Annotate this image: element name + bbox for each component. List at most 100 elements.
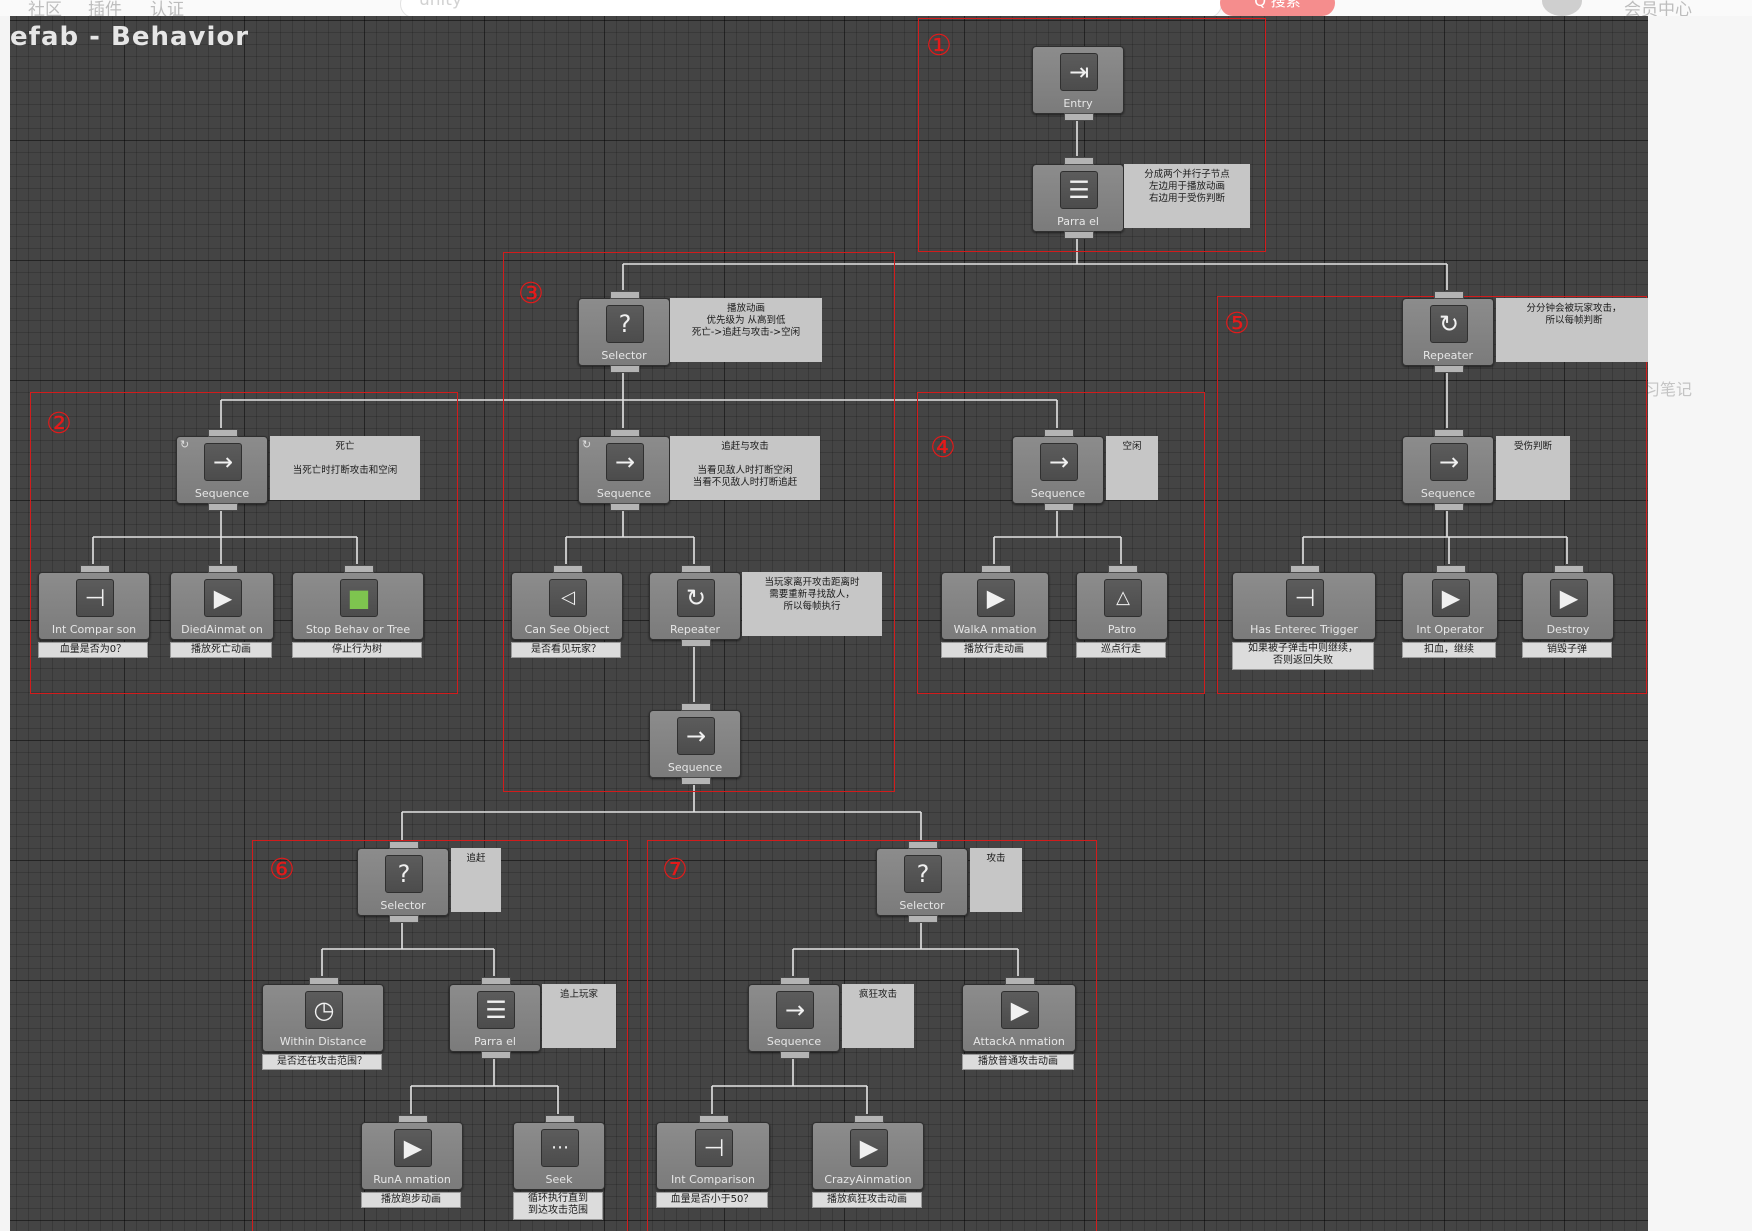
parallel-chase-node[interactable]: ☰ Parra el — [449, 977, 541, 1059]
within-distance-node[interactable]: ◷ Within Distance — [262, 977, 384, 1052]
repeater-right-node[interactable]: ↻ Repeater — [1402, 291, 1494, 373]
output-port[interactable] — [389, 915, 419, 923]
input-port[interactable] — [681, 565, 711, 573]
has-entered-trigger-node[interactable]: ⊣ Has Enterec Trigger — [1232, 565, 1376, 640]
output-port[interactable] — [780, 1051, 810, 1059]
run-animation-node[interactable]: ▶ RunA nmation — [361, 1115, 463, 1190]
destroy-node[interactable]: ▶ Destroy — [1522, 565, 1614, 640]
output-port[interactable] — [681, 777, 711, 785]
walk-animation-node[interactable]: ▶ WalkA nmation — [941, 565, 1049, 640]
stop-behavior-tree-node[interactable]: ■ Stop Behav or Tree — [292, 565, 424, 640]
selector-icon: ? — [385, 855, 423, 893]
input-port[interactable] — [208, 429, 238, 437]
input-port[interactable] — [1434, 291, 1464, 299]
attack-animation-node[interactable]: ▶ AttackA nmation — [962, 977, 1076, 1052]
input-port[interactable] — [610, 291, 640, 299]
input-port[interactable] — [309, 977, 339, 985]
input-port[interactable] — [1290, 565, 1320, 573]
selector-chase-comment: 追赶 — [451, 848, 501, 912]
input-port[interactable] — [610, 429, 640, 437]
input-port[interactable] — [208, 565, 238, 573]
input-port[interactable] — [1064, 157, 1094, 165]
sequence-rage-node[interactable]: → Sequence — [748, 977, 840, 1059]
search-input[interactable]: unity — [400, 0, 1222, 16]
can-see-object-node[interactable]: ◁ Can See Object — [511, 565, 623, 640]
behavior-tree-canvas[interactable]: efab - Behavior ①②③④⑤⑥⑦ ⇥ Entry ☰ Parra el 分… — [10, 16, 1648, 1231]
output-port[interactable] — [1434, 365, 1464, 373]
sequence-death-node[interactable]: ↻ → Sequence — [176, 429, 268, 511]
sequence-chase-attack-node[interactable]: ↻ → Sequence — [578, 429, 670, 511]
group-number-6: ⑥ — [269, 852, 295, 886]
sequence-hurt-node[interactable]: → Sequence — [1402, 429, 1494, 511]
input-port[interactable] — [1108, 565, 1138, 573]
parallel-icon: ☰ — [1060, 171, 1098, 209]
int-comparison-hp-node[interactable]: ⊣ Int Comparison — [656, 1115, 770, 1190]
input-port[interactable] — [681, 703, 711, 711]
sequence-middle-node[interactable]: → Sequence — [649, 703, 741, 785]
input-port[interactable] — [1436, 565, 1466, 573]
repeater-icon: ↻ — [1430, 305, 1468, 343]
node-label: WalkA nmation — [953, 623, 1037, 636]
node-label: Int Operator — [1416, 623, 1484, 636]
input-port[interactable] — [854, 1115, 884, 1123]
node-label: Within Distance — [279, 1035, 367, 1048]
output-port[interactable] — [610, 503, 640, 511]
nav-community-link[interactable]: 社区 — [28, 0, 62, 16]
play-icon: ▶ — [1001, 991, 1039, 1029]
parallel-root-node[interactable]: ☰ Parra el — [1032, 157, 1124, 239]
input-port[interactable] — [1434, 429, 1464, 437]
member-center-link[interactable]: 会员中心 — [1624, 0, 1692, 16]
input-port[interactable] — [1005, 977, 1035, 985]
search-button[interactable]: Q 搜索 — [1220, 0, 1335, 16]
input-port[interactable] — [553, 565, 583, 573]
input-port[interactable] — [80, 565, 110, 573]
patrol-node[interactable]: △ Patro — [1076, 565, 1168, 640]
play-icon: ▶ — [204, 579, 242, 617]
sequence-idle-node[interactable]: → Sequence — [1012, 429, 1104, 511]
input-port[interactable] — [908, 841, 938, 849]
died-animation-node[interactable]: ▶ DiedAinmat on — [170, 565, 274, 640]
input-port[interactable] — [699, 1115, 729, 1123]
input-port[interactable] — [344, 565, 374, 573]
output-port[interactable] — [1434, 503, 1464, 511]
output-port[interactable] — [681, 639, 711, 647]
output-port[interactable] — [1064, 113, 1094, 121]
int-operator-node[interactable]: ▶ Int Operator — [1402, 565, 1498, 640]
output-port[interactable] — [1044, 503, 1074, 511]
output-port[interactable] — [1064, 231, 1094, 239]
sequence-rage-comment: 疯狂攻击 — [842, 984, 914, 1048]
input-port[interactable] — [389, 841, 419, 849]
input-port[interactable] — [780, 977, 810, 985]
group-number-2: ② — [46, 406, 72, 440]
crazy-animation-node[interactable]: ▶ CrazyAinmation — [812, 1115, 924, 1190]
int-comparison-death-node[interactable]: ⊣ Int Compar son — [38, 565, 150, 640]
distance-icon: ◷ — [305, 991, 343, 1029]
int-operator-caption: 扣血，继续 — [1402, 642, 1496, 658]
repeater-middle-node[interactable]: ↻ Repeater — [649, 565, 741, 647]
input-port[interactable] — [981, 565, 1011, 573]
nav-certification-link[interactable]: 认证 — [150, 0, 184, 16]
seek-node[interactable]: ⋯ Seek — [513, 1115, 605, 1190]
node-label: Sequence — [596, 487, 652, 500]
node-label: Selector — [899, 899, 945, 912]
output-port[interactable] — [481, 1051, 511, 1059]
selector-chase-node[interactable]: ? Selector — [357, 841, 449, 923]
nav-plugins-link[interactable]: 插件 — [88, 0, 122, 16]
input-port[interactable] — [1554, 565, 1584, 573]
input-port[interactable] — [481, 977, 511, 985]
seek-icon: ⋯ — [541, 1129, 579, 1167]
parallel-icon: ☰ — [477, 991, 515, 1029]
selector-attack-node[interactable]: ? Selector — [876, 841, 968, 923]
sequence-idle-comment: 空闲 — [1106, 436, 1158, 500]
output-port[interactable] — [208, 503, 238, 511]
entry-node[interactable]: ⇥ Entry — [1032, 46, 1124, 121]
output-port[interactable] — [610, 365, 640, 373]
avatar[interactable] — [1542, 0, 1582, 16]
int-comparison-hp-caption: 血量是否小于50？ — [656, 1192, 768, 1208]
output-port[interactable] — [908, 915, 938, 923]
input-port[interactable] — [545, 1115, 575, 1123]
selector-main-node[interactable]: ? Selector — [578, 291, 670, 373]
input-port[interactable] — [398, 1115, 428, 1123]
node-label: Repeater — [1422, 349, 1473, 362]
input-port[interactable] — [1044, 429, 1074, 437]
